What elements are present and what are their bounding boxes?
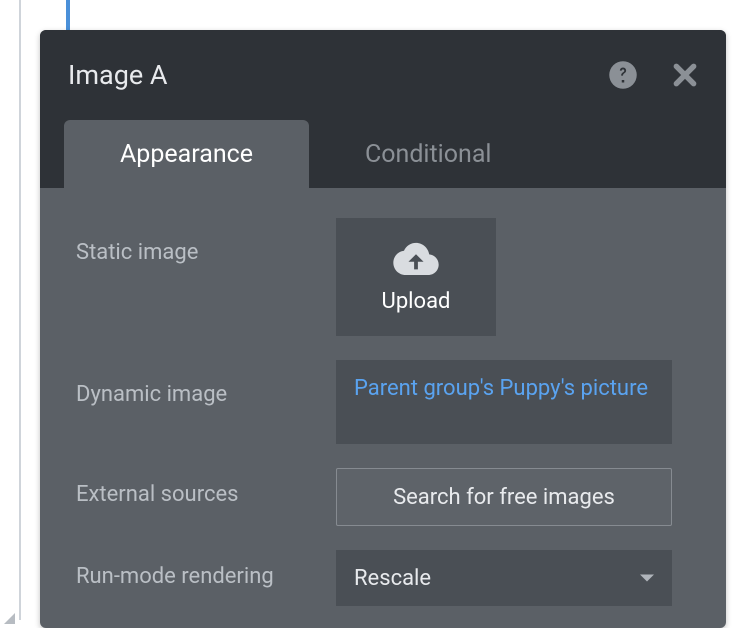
row-dynamic-image: Dynamic image Parent group's Puppy's pic… [76,360,698,444]
tab-label: Conditional [365,140,492,169]
select-value: Rescale [354,566,431,591]
row-external-sources: External sources Search for free images [76,468,698,526]
label-external-sources: External sources [76,468,336,507]
tab-conditional[interactable]: Conditional [309,120,548,188]
chevron-down-icon [640,575,654,582]
panel-header: Image A [40,30,726,120]
panel-body: Static image Upload Dynamic image Parent… [40,188,726,628]
outline-marker [66,0,70,30]
dynamic-expression-value: Parent group's Puppy's picture [354,376,648,401]
control-dynamic-image: Parent group's Puppy's picture [336,360,698,444]
tab-appearance[interactable]: Appearance [64,120,309,188]
tab-spacer [548,120,703,188]
search-free-images-button[interactable]: Search for free images [336,468,672,526]
upload-button[interactable]: Upload [336,218,496,336]
tab-label: Appearance [120,140,253,169]
label-static-image: Static image [76,218,336,265]
panel-title: Image A [68,59,608,91]
control-run-mode: Rescale [336,550,698,606]
control-external-sources: Search for free images [336,468,698,526]
help-icon[interactable] [608,60,638,90]
property-panel: Image A Appearance Conditional [40,30,726,628]
run-mode-select[interactable]: Rescale [336,550,672,606]
dynamic-expression-input[interactable]: Parent group's Puppy's picture [336,360,672,444]
cloud-upload-icon [393,241,439,279]
header-icons [608,60,698,90]
label-run-mode: Run-mode rendering [76,550,336,589]
close-icon[interactable] [672,62,698,88]
resize-handle[interactable] [4,613,15,624]
row-run-mode: Run-mode rendering Rescale [76,550,698,606]
tabs: Appearance Conditional [40,120,726,188]
search-button-label: Search for free images [393,485,615,510]
control-static-image: Upload [336,218,698,336]
row-static-image: Static image Upload [76,218,698,336]
label-dynamic-image: Dynamic image [76,360,336,407]
upload-label: Upload [382,289,451,314]
outline-rail [19,0,21,620]
